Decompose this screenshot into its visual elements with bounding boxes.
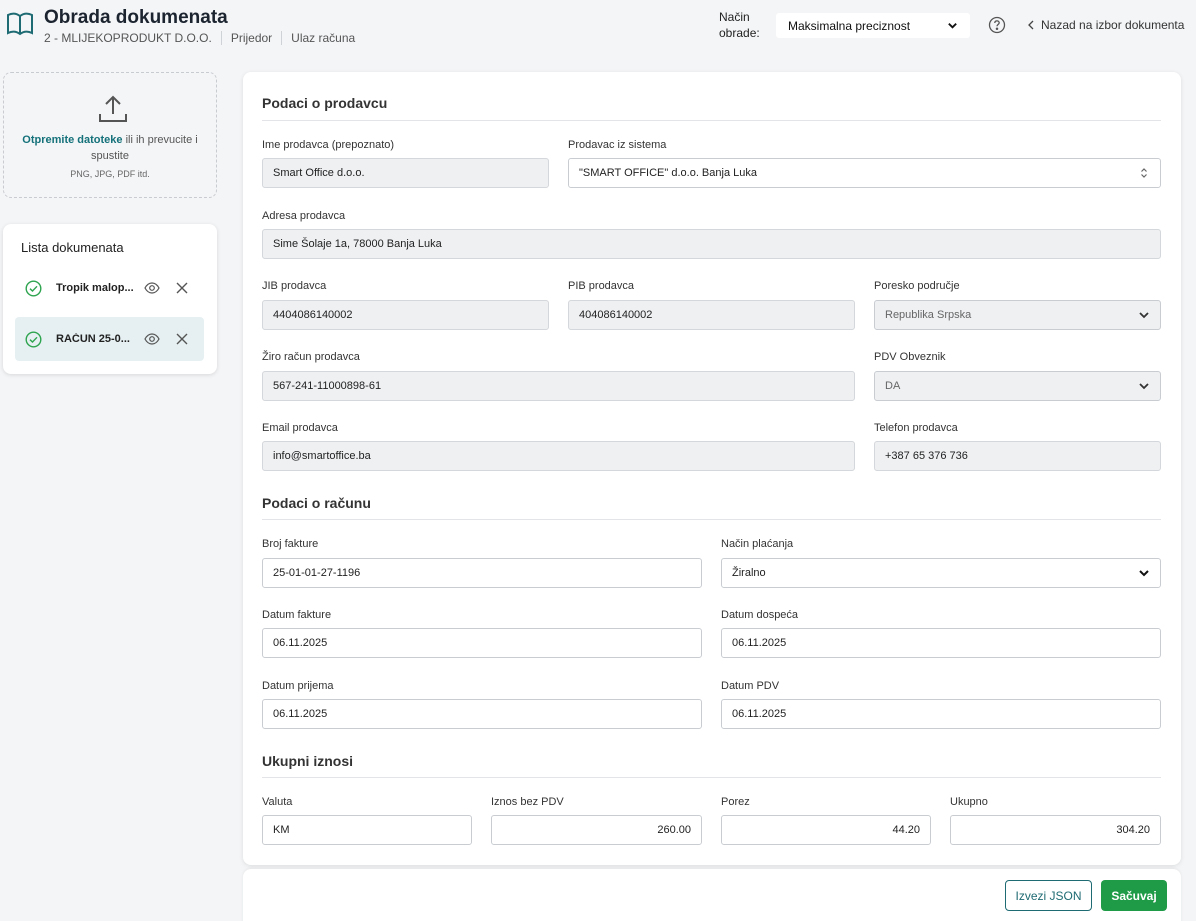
eye-icon[interactable] <box>144 331 160 347</box>
net-amount-field[interactable]: 260.00 <box>491 815 702 845</box>
seller-pib-label: PIB prodavca <box>568 280 635 292</box>
divider <box>220 31 222 45</box>
tax-amount-field[interactable]: 44.20 <box>721 815 931 845</box>
seller-email-field[interactable]: info@smartoffice.ba <box>262 441 855 471</box>
section-title-totals: Ukupni iznosi <box>262 753 353 769</box>
help-icon[interactable] <box>988 16 1006 34</box>
section-title-invoice: Podaci o računu <box>262 495 371 511</box>
seller-system-label: Prodavac iz sistema <box>568 139 667 151</box>
total-amount-field[interactable]: 304.20 <box>950 815 1161 845</box>
chevron-down-icon <box>1139 383 1149 390</box>
list-item[interactable]: RAČUN 25-0... <box>15 317 204 361</box>
due-date-label: Datum dospeća <box>721 609 799 621</box>
divider <box>281 31 283 45</box>
divider <box>262 519 1161 520</box>
mode-select-value: Maksimalna preciznost <box>788 18 911 33</box>
tax-area-value: Republika Srpska <box>885 309 972 321</box>
received-date-field[interactable]: 06.11.2025 <box>262 699 702 729</box>
seller-system-value: "SMART OFFICE" d.o.o. Banja Luka <box>579 167 757 179</box>
page-title: Obrada dokumenata <box>44 7 228 28</box>
save-button[interactable]: Sačuvaj <box>1101 880 1167 911</box>
seller-address-label: Adresa prodavca <box>262 210 346 222</box>
company-name: 2 - MLIJEKOPRODUKT D.O.O. <box>44 31 212 45</box>
tax-area-label: Poresko područje <box>874 280 960 292</box>
payment-method-label: Način plaćanja <box>721 538 794 550</box>
tax-area-select[interactable]: Republika Srpska <box>874 300 1161 330</box>
vat-payer-label: PDV Obveznik <box>874 351 946 363</box>
total-amount-label: Ukupno <box>950 796 988 808</box>
document-list: Lista dokumenata Tropik malop... RAČUN 2… <box>3 224 217 374</box>
tax-amount-label: Porez <box>721 796 750 808</box>
upload-icon <box>99 95 127 122</box>
mode-label: Način obrade: <box>719 10 760 40</box>
seller-account-label: Žiro račun prodavca <box>262 351 360 363</box>
payment-method-value: Žiralno <box>732 567 766 579</box>
back-link[interactable]: Nazad na izbor dokumenta <box>1027 18 1184 32</box>
check-circle-icon <box>25 330 42 348</box>
eye-icon[interactable] <box>144 280 160 296</box>
book-icon <box>7 12 33 36</box>
received-date-label: Datum prijema <box>262 680 334 692</box>
divider <box>262 120 1161 121</box>
divider <box>262 777 1161 778</box>
invoice-number-field[interactable]: 25-01-01-27-1196 <box>262 558 702 588</box>
close-icon[interactable] <box>176 282 188 294</box>
action-bar: Izvezi JSON Sačuvaj <box>243 869 1181 921</box>
vat-payer-select[interactable]: DA <box>874 371 1161 401</box>
upload-text: Otpremite datoteke ili ih prevucite i sp… <box>14 132 206 164</box>
vat-date-field[interactable]: 06.11.2025 <box>721 699 1161 729</box>
seller-jib-label: JIB prodavca <box>262 280 327 292</box>
city-name: Prijedor <box>230 31 273 45</box>
document-type: Ulaz računa <box>291 31 356 45</box>
seller-email-label: Email prodavca <box>262 422 338 434</box>
vat-date-label: Datum PDV <box>721 680 780 692</box>
document-name: Tropik malop... <box>56 282 134 294</box>
seller-jib-field[interactable]: 4404086140002 <box>262 300 549 330</box>
seller-phone-field[interactable]: +387 65 376 736 <box>874 441 1161 471</box>
currency-field[interactable]: KM <box>262 815 472 845</box>
seller-system-select[interactable]: "SMART OFFICE" d.o.o. Banja Luka <box>568 158 1161 188</box>
close-icon[interactable] <box>176 333 188 345</box>
document-name: RAČUN 25-0... <box>56 333 130 345</box>
upload-link[interactable]: Otpremite datoteke <box>22 134 122 146</box>
chevron-left-icon <box>1028 20 1034 30</box>
invoice-date-label: Datum fakture <box>262 609 332 621</box>
invoice-number-label: Broj fakture <box>262 538 319 550</box>
seller-address-field[interactable]: Sime Šolaje 1a, 78000 Banja Luka <box>262 229 1161 259</box>
chevron-up-down-icon <box>1141 168 1147 178</box>
due-date-field[interactable]: 06.11.2025 <box>721 628 1161 658</box>
vat-payer-value: DA <box>885 380 901 392</box>
seller-phone-label: Telefon prodavca <box>874 422 958 434</box>
document-form: Podaci o prodavcu Ime prodavca (prepozna… <box>243 72 1181 865</box>
mode-select[interactable]: Maksimalna preciznost <box>776 13 970 38</box>
invoice-date-field[interactable]: 06.11.2025 <box>262 628 702 658</box>
check-circle-icon <box>25 279 42 297</box>
back-link-label: Nazad na izbor dokumenta <box>1041 18 1185 32</box>
chevron-down-icon <box>1139 312 1149 319</box>
export-json-button[interactable]: Izvezi JSON <box>1005 880 1092 911</box>
document-list-title: Lista dokumenata <box>21 240 124 255</box>
payment-method-select[interactable]: Žiralno <box>721 558 1161 588</box>
seller-pib-field[interactable]: 404086140002 <box>568 300 855 330</box>
chevron-down-icon <box>1139 570 1149 577</box>
list-item[interactable]: Tropik malop... <box>15 266 204 310</box>
chevron-down-icon <box>948 23 957 29</box>
section-title-seller: Podaci o prodavcu <box>262 95 388 111</box>
currency-label: Valuta <box>262 796 293 808</box>
net-amount-label: Iznos bez PDV <box>491 796 564 808</box>
breadcrumb: 2 - MLIJEKOPRODUKT D.O.O. Prijedor Ulaz … <box>44 31 355 45</box>
seller-account-field[interactable]: 567-241-11000898-61 <box>262 371 855 401</box>
seller-name-field[interactable]: Smart Office d.o.o. <box>262 158 549 188</box>
upload-dropzone[interactable]: Otpremite datoteke ili ih prevucite i sp… <box>3 72 217 198</box>
upload-hint: PNG, JPG, PDF itd. <box>70 169 150 179</box>
seller-name-label: Ime prodavca (prepoznato) <box>262 139 395 151</box>
